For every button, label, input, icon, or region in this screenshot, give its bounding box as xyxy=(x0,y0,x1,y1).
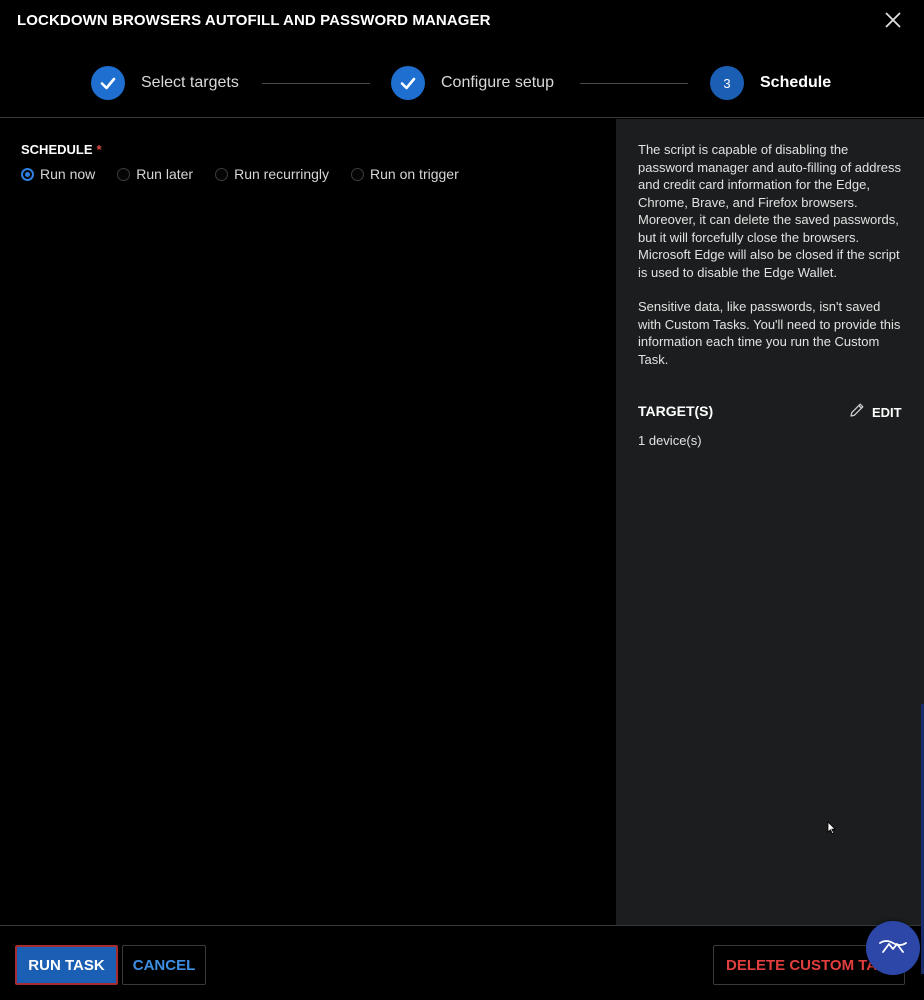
pencil-icon xyxy=(848,401,866,424)
step-number: 3 xyxy=(710,66,744,100)
cancel-button[interactable]: CANCEL xyxy=(122,945,206,985)
edit-targets-button[interactable]: EDIT xyxy=(848,401,902,424)
step-connector xyxy=(580,83,688,84)
custom-task-dialog: LOCKDOWN BROWSERS AUTOFILL AND PASSWORD … xyxy=(0,0,924,1000)
assistant-fab-button[interactable] xyxy=(866,921,920,975)
radio-run-on-trigger[interactable]: Run on trigger xyxy=(351,166,459,182)
mouse-cursor-icon xyxy=(827,821,837,835)
radio-run-recurringly[interactable]: Run recurringly xyxy=(215,166,329,182)
info-side-panel: The script is capable of disabling the p… xyxy=(616,119,924,925)
step-label: Select targets xyxy=(141,74,239,91)
schedule-panel: SCHEDULE * Run now Run later Run recurrin… xyxy=(0,119,616,925)
step-connector xyxy=(262,83,370,84)
check-icon xyxy=(391,66,425,100)
radio-button[interactable] xyxy=(351,167,365,181)
radio-run-later[interactable]: Run later xyxy=(117,166,193,182)
radio-run-now[interactable]: Run now xyxy=(21,166,95,182)
assistant-logo-icon xyxy=(878,936,908,961)
close-icon[interactable] xyxy=(882,9,904,31)
radio-label: Run later xyxy=(136,166,194,182)
run-task-button[interactable]: RUN TASK xyxy=(15,945,118,985)
dialog-footer: RUN TASK CANCEL DELETE CUSTOM TASK xyxy=(0,925,924,1000)
dialog-title: LOCKDOWN BROWSERS AUTOFILL AND PASSWORD … xyxy=(17,12,491,29)
step-label: Configure setup xyxy=(441,74,554,91)
step-configure-setup[interactable]: Configure setup xyxy=(391,66,554,100)
dialog-header: LOCKDOWN BROWSERS AUTOFILL AND PASSWORD … xyxy=(0,0,924,42)
schedule-label: SCHEDULE * xyxy=(21,142,102,157)
radio-button-checked[interactable] xyxy=(21,167,34,181)
edit-label: EDIT xyxy=(872,405,902,420)
description-paragraph: The script is capable of disabling the p… xyxy=(638,142,902,280)
step-label: Schedule xyxy=(760,74,832,91)
radio-label: Run now xyxy=(40,166,96,182)
step-schedule[interactable]: 3 Schedule xyxy=(710,66,831,100)
schedule-radio-group: Run now Run later Run recurringly Run on… xyxy=(21,166,481,182)
radio-button[interactable] xyxy=(215,167,229,181)
radio-label: Run on trigger xyxy=(370,166,459,182)
step-select-targets[interactable]: Select targets xyxy=(91,66,239,100)
stepper: Select targets Configure setup 3 Schedul… xyxy=(0,42,924,118)
targets-heading: TARGET(S) xyxy=(638,403,714,419)
required-mark: * xyxy=(96,142,102,157)
targets-count: 1 device(s) xyxy=(638,433,702,448)
description-paragraph: Sensitive data, like passwords, isn't sa… xyxy=(638,299,901,367)
task-description: The script is capable of disabling the p… xyxy=(638,141,906,385)
radio-button[interactable] xyxy=(117,167,131,181)
check-icon xyxy=(91,66,125,100)
radio-label: Run recurringly xyxy=(234,166,330,182)
schedule-label-text: SCHEDULE xyxy=(21,142,93,157)
